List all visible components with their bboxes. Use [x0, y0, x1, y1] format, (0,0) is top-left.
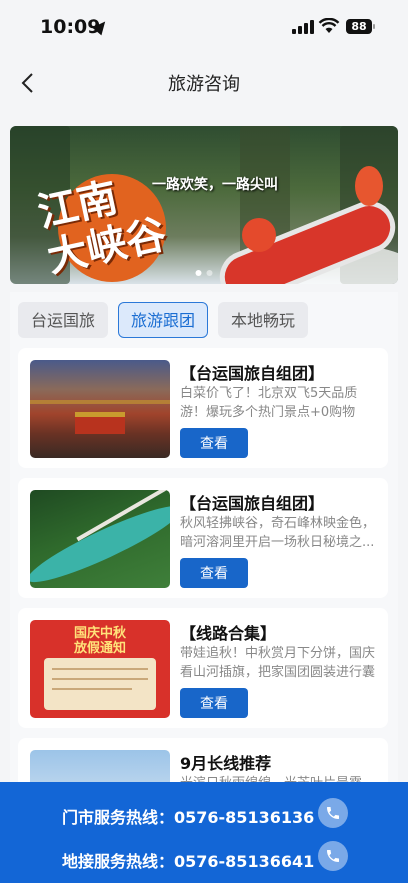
cellular-signal-icon: [292, 20, 314, 34]
view-button[interactable]: 查看: [180, 428, 248, 458]
wifi-icon: [318, 18, 340, 33]
phone-handset-icon: [327, 807, 339, 819]
card-title: 【台运国旅自组团】: [180, 494, 325, 513]
tour-card[interactable]: 【台运国旅自组团】 白菜价飞了！北京双飞5天品质游！爆玩多个热门景点+0购物 查…: [18, 348, 388, 468]
card-title: 【线路合集】: [180, 624, 277, 643]
tour-card[interactable]: 【台运国旅自组团】 秋风轻拂峡谷，奇石峰林映金色，暗河溶洞里开启一场秋日秘境之.…: [18, 478, 388, 598]
battery-icon: 88: [346, 19, 375, 34]
hotline-footer: 门市服务热线：0576-85136136 地接服务热线：0576-8513664…: [0, 782, 408, 883]
card-description: 白菜价飞了！北京双飞5天品质游！爆玩多个热门景点+0购物: [180, 386, 358, 420]
phone-icon[interactable]: [318, 798, 348, 828]
phone-icon[interactable]: [318, 841, 348, 871]
rafter-figure: [242, 218, 276, 252]
local-hotline-text: 地接服务热线：0576-85136641: [62, 852, 315, 871]
banner-slogan: 一路欢笑，一路尖叫: [152, 177, 278, 193]
poster-line-1: 国庆中秋: [73, 626, 126, 641]
holiday-notice-thumbnail: 国庆中秋 放假通知: [30, 620, 170, 718]
category-tabs: 台运国旅 旅游跟团 本地畅玩: [18, 302, 308, 338]
tab-taiyun-travel[interactable]: 台运国旅: [18, 302, 108, 338]
tab-group-tour[interactable]: 旅游跟团: [118, 302, 208, 338]
view-button[interactable]: 查看: [180, 558, 248, 588]
card-title: 【台运国旅自组团】: [180, 364, 325, 383]
forbidden-city-thumbnail: [30, 360, 170, 458]
view-button[interactable]: 查看: [180, 688, 248, 718]
store-hotline-text: 门市服务热线：0576-85136136: [62, 808, 315, 827]
card-title: 9月长线推荐: [180, 754, 272, 773]
card-description: 带娃追秋！中秋赏月下分饼，国庆看山河插旗，把家国团圆装进行囊: [180, 646, 376, 680]
poster-line-2: 放假通知: [73, 641, 126, 656]
carousel-dots[interactable]: [195, 270, 213, 276]
tab-local-fun[interactable]: 本地畅玩: [218, 302, 308, 338]
river-valley-thumbnail: [30, 490, 170, 588]
status-bar: 10:09 88: [0, 0, 408, 58]
card-description: 秋风轻拂峡谷，奇石峰林映金色，暗河溶洞里开启一场秋日秘境之...: [180, 516, 376, 550]
page-title: 旅游咨询: [168, 74, 240, 95]
phone-handset-icon: [327, 850, 339, 862]
tour-card[interactable]: 国庆中秋 放假通知 【线路合集】 带娃追秋！中秋赏月下分饼，国庆看山河插旗，把家…: [18, 608, 388, 728]
navigation-bar: 旅游咨询: [0, 58, 408, 108]
promo-banner[interactable]: 江南 大峡谷 一路欢笑，一路尖叫: [10, 126, 398, 284]
banner-logo: 江南 大峡谷: [28, 154, 178, 282]
rafter-figure: [355, 166, 383, 206]
